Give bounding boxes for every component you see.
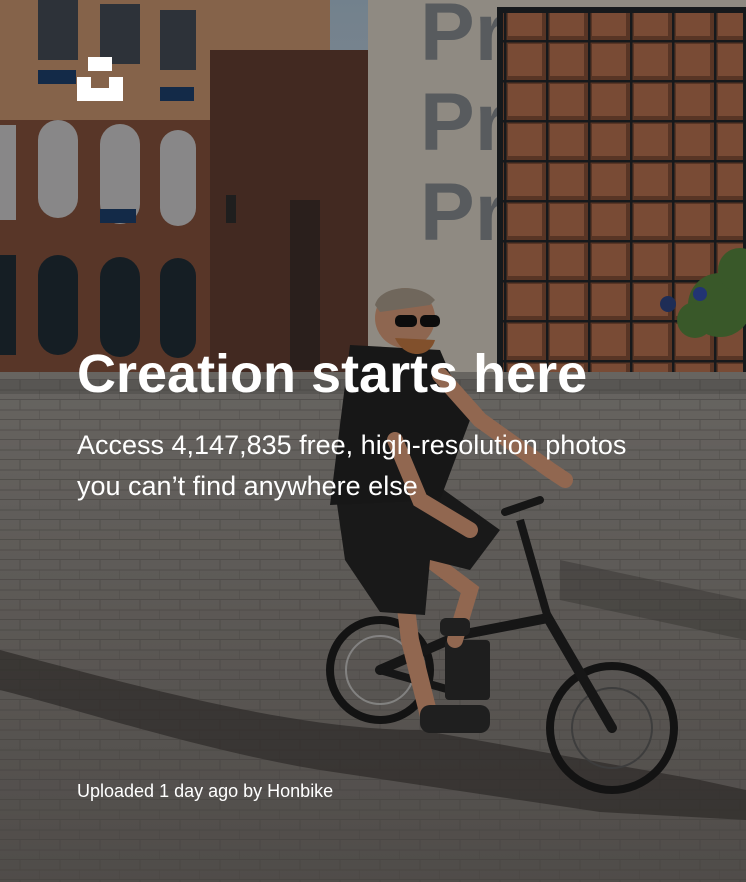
photo-credit: Uploaded 1 day ago by Honbike <box>77 780 333 802</box>
unsplash-logo-icon[interactable] <box>77 57 123 101</box>
hero-subheadline: Access 4,147,835 free, high-resolution p… <box>77 430 627 501</box>
hero-section: Prove Pr Pr <box>0 0 746 882</box>
logo-shape <box>77 57 123 101</box>
photo-author-link[interactable]: Honbike <box>267 781 333 801</box>
photo-credit-prefix: Uploaded 1 day ago by <box>77 781 268 801</box>
hero-headline: Creation starts here <box>77 344 588 404</box>
